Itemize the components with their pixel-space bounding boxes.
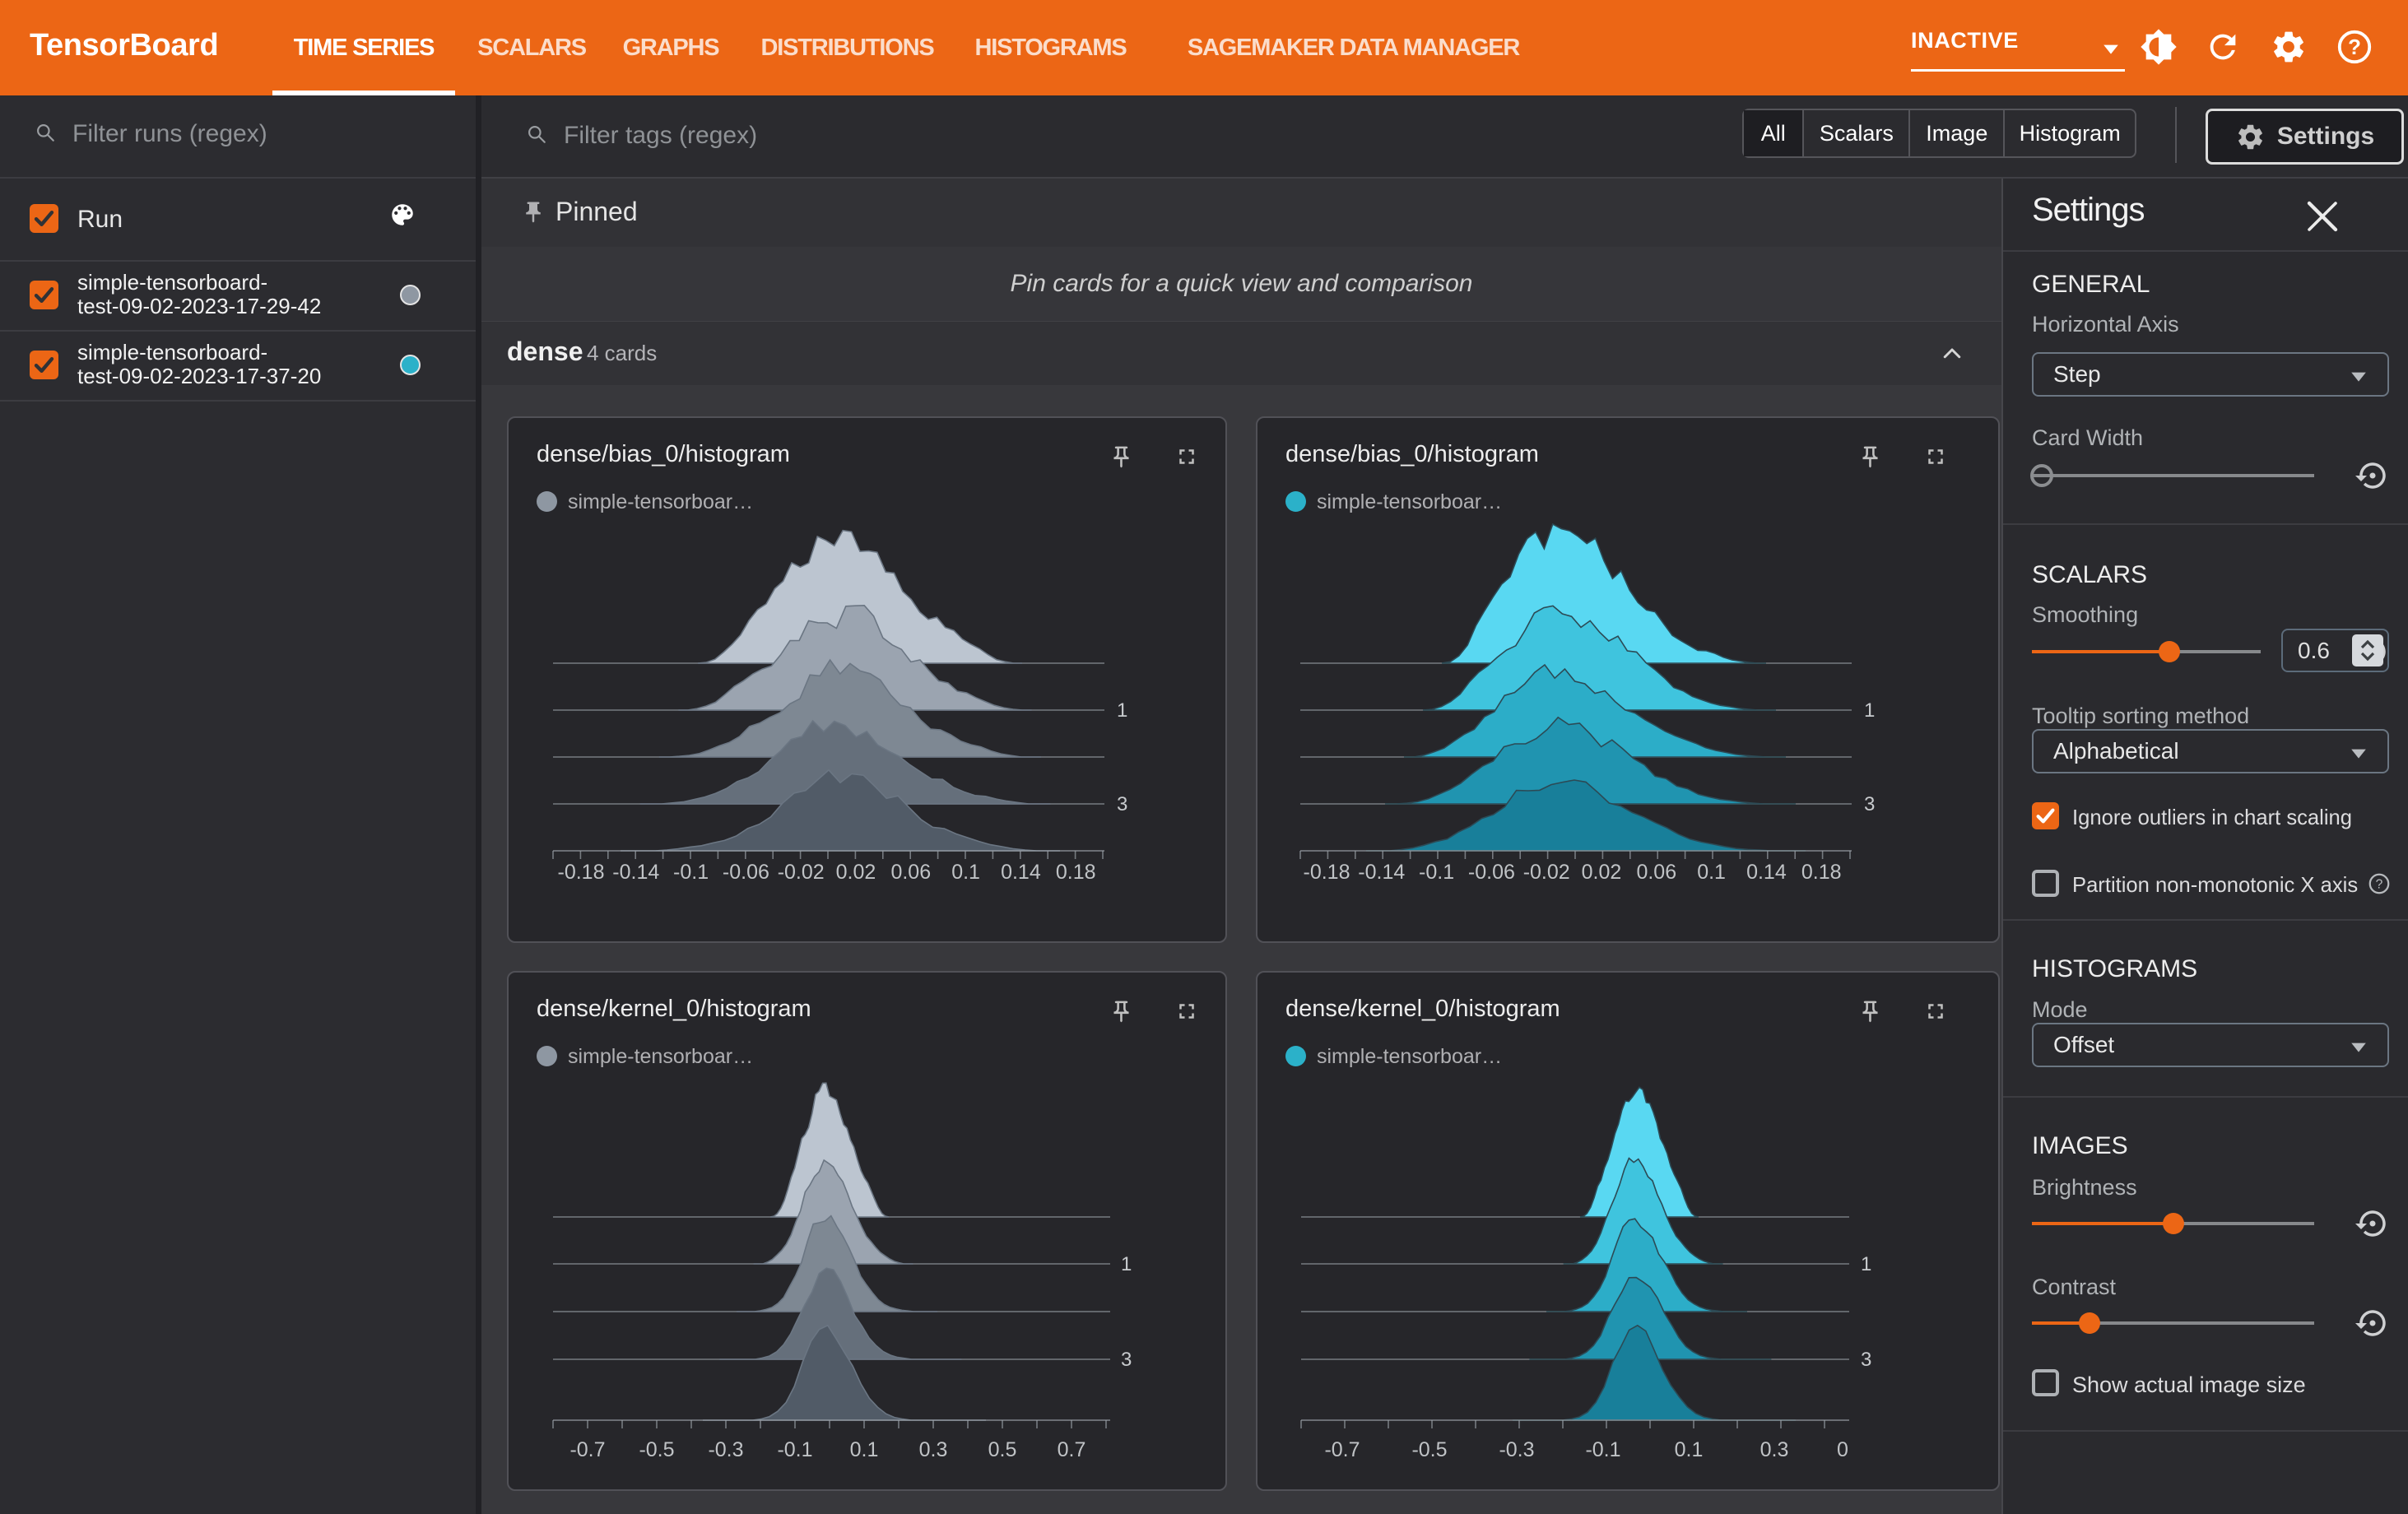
svg-text:0.1: 0.1: [1675, 1438, 1704, 1461]
svg-text:-0.02: -0.02: [778, 861, 825, 884]
svg-text:0.3: 0.3: [919, 1438, 948, 1461]
svg-text:-0.3: -0.3: [708, 1438, 743, 1461]
svg-text:1: 1: [1121, 1253, 1132, 1275]
svg-text:0.06: 0.06: [1636, 861, 1676, 884]
svg-text:-0.1: -0.1: [1585, 1438, 1620, 1461]
svg-text:0.1: 0.1: [850, 1438, 879, 1461]
svg-text:0.06: 0.06: [890, 861, 931, 884]
svg-text:0.3: 0.3: [1760, 1438, 1789, 1461]
svg-text:0.14: 0.14: [1746, 861, 1787, 884]
svg-text:0.18: 0.18: [1801, 861, 1842, 884]
svg-text:-0.1: -0.1: [1419, 861, 1454, 884]
svg-text:1: 1: [1864, 699, 1875, 722]
svg-text:-0.14: -0.14: [612, 861, 659, 884]
svg-text:-0.1: -0.1: [673, 861, 709, 884]
svg-text:-0.18: -0.18: [1304, 861, 1350, 884]
svg-text:3: 3: [1861, 1349, 1871, 1371]
svg-text:-0.7: -0.7: [569, 1438, 605, 1461]
svg-text:-0.14: -0.14: [1358, 861, 1405, 884]
svg-text:-0.06: -0.06: [723, 861, 769, 884]
svg-text:-0.1: -0.1: [777, 1438, 812, 1461]
svg-text:?: ?: [2348, 36, 2361, 59]
svg-text:3: 3: [1864, 793, 1875, 815]
svg-text:-0.5: -0.5: [1411, 1438, 1447, 1461]
svg-text:0.18: 0.18: [1056, 861, 1096, 884]
svg-text:3: 3: [1117, 793, 1127, 815]
svg-text:-0.7: -0.7: [1324, 1438, 1360, 1461]
svg-text:-0.02: -0.02: [1523, 861, 1570, 884]
svg-text:0.1: 0.1: [951, 861, 980, 884]
svg-text:?: ?: [2376, 878, 2383, 892]
svg-text:0.02: 0.02: [1582, 861, 1622, 884]
svg-text:-0.3: -0.3: [1499, 1438, 1534, 1461]
svg-text:0.1: 0.1: [1697, 861, 1726, 884]
svg-text:0: 0: [1837, 1438, 1848, 1461]
svg-text:1: 1: [1861, 1253, 1871, 1275]
svg-text:3: 3: [1121, 1349, 1132, 1371]
svg-text:0.14: 0.14: [1001, 861, 1041, 884]
svg-text:1: 1: [1117, 699, 1127, 722]
svg-text:-0.06: -0.06: [1468, 861, 1515, 884]
svg-text:0.7: 0.7: [1058, 1438, 1086, 1461]
svg-text:0.5: 0.5: [988, 1438, 1017, 1461]
svg-text:-0.18: -0.18: [558, 861, 605, 884]
svg-text:-0.5: -0.5: [639, 1438, 674, 1461]
svg-text:0.02: 0.02: [836, 861, 876, 884]
